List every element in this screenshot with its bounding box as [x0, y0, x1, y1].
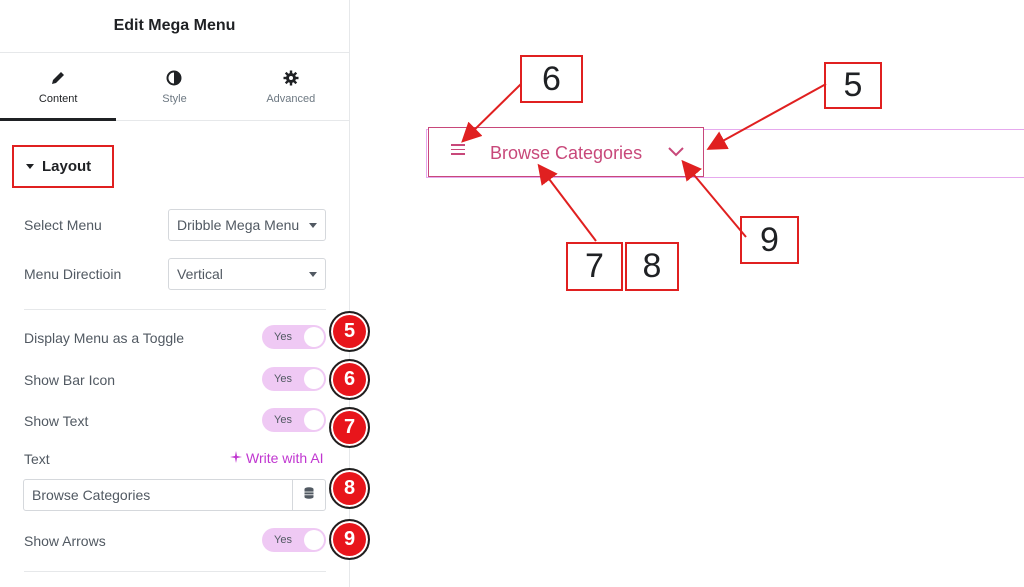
editor-panel: Edit Mega Menu Content Style Advanced La… — [0, 0, 370, 587]
show-text-label: Show Text — [24, 413, 89, 429]
write-with-ai-link[interactable]: Write with AI — [230, 450, 324, 466]
callout-label: 5 — [824, 62, 882, 109]
dropdown-arrow-icon — [309, 223, 317, 228]
step-badge: 7 — [329, 407, 370, 448]
toggle-value: Yes — [274, 414, 292, 426]
toggle-knob — [304, 530, 324, 550]
layout-section-toggle[interactable]: Layout — [12, 145, 114, 188]
toggle-knob — [304, 369, 324, 389]
section-title: Layout — [42, 158, 92, 175]
toggle-knob — [304, 410, 324, 430]
callout-label: 9 — [740, 216, 799, 264]
step-badge: 6 — [329, 359, 370, 400]
select-menu-label: Select Menu — [24, 217, 102, 233]
show-arrows-switch[interactable]: Yes — [262, 528, 326, 552]
tab-content[interactable]: Content — [0, 53, 117, 121]
toggle-value: Yes — [274, 534, 292, 546]
select-menu-value: Dribble Mega Menu — [177, 217, 300, 233]
show-bar-icon-switch[interactable]: Yes — [262, 367, 326, 391]
toggle-knob — [304, 327, 324, 347]
divider — [24, 309, 326, 310]
chevron-down-icon — [667, 144, 685, 163]
panel-tabs: Content Style Advanced — [0, 53, 349, 121]
mega-menu-toggle[interactable]: Browse Categories — [428, 127, 704, 177]
menu-direction-value: Vertical — [177, 266, 223, 282]
show-text-switch[interactable]: Yes — [262, 408, 326, 432]
menu-direction-label: Menu Directioin — [24, 266, 122, 282]
tab-label: Advanced — [266, 92, 316, 105]
toggle-value: Yes — [274, 331, 292, 343]
text-input-group — [23, 479, 326, 511]
callout-label: 7 — [566, 242, 623, 291]
step-badge: 8 — [329, 468, 370, 509]
step-badge: 9 — [329, 519, 370, 560]
hamburger-icon — [451, 144, 465, 158]
step-badge: 5 — [329, 311, 370, 352]
select-menu-dropdown[interactable]: Dribble Mega Menu — [168, 209, 326, 241]
callout-label: 8 — [625, 242, 679, 291]
divider — [24, 571, 326, 572]
display-toggle-label: Display Menu as a Toggle — [24, 330, 185, 346]
show-arrows-label: Show Arrows — [24, 533, 106, 549]
tab-advanced[interactable]: Advanced — [233, 53, 349, 120]
callout-label: 6 — [520, 55, 583, 103]
menu-toggle-text: Browse Categories — [490, 143, 643, 163]
text-field-label: Text — [24, 451, 50, 467]
tab-style[interactable]: Style — [116, 53, 232, 120]
tab-label: Style — [162, 92, 187, 105]
dropdown-arrow-icon — [309, 272, 317, 277]
half-circle-icon — [165, 69, 183, 87]
tab-label: Content — [38, 92, 78, 105]
database-icon — [304, 486, 314, 504]
gear-icon — [282, 69, 300, 87]
menu-text-input[interactable] — [24, 480, 292, 510]
sparkle-icon — [230, 450, 242, 466]
dynamic-tags-button[interactable] — [292, 480, 325, 510]
caret-down-icon — [26, 164, 34, 169]
menu-direction-dropdown[interactable]: Vertical — [168, 258, 326, 290]
toggle-value: Yes — [274, 373, 292, 385]
display-toggle-switch[interactable]: Yes — [262, 325, 326, 349]
pencil-icon — [49, 69, 67, 87]
ai-link-label: Write with AI — [246, 450, 324, 466]
show-bar-icon-label: Show Bar Icon — [24, 372, 116, 388]
panel-title: Edit Mega Menu — [0, 0, 349, 53]
